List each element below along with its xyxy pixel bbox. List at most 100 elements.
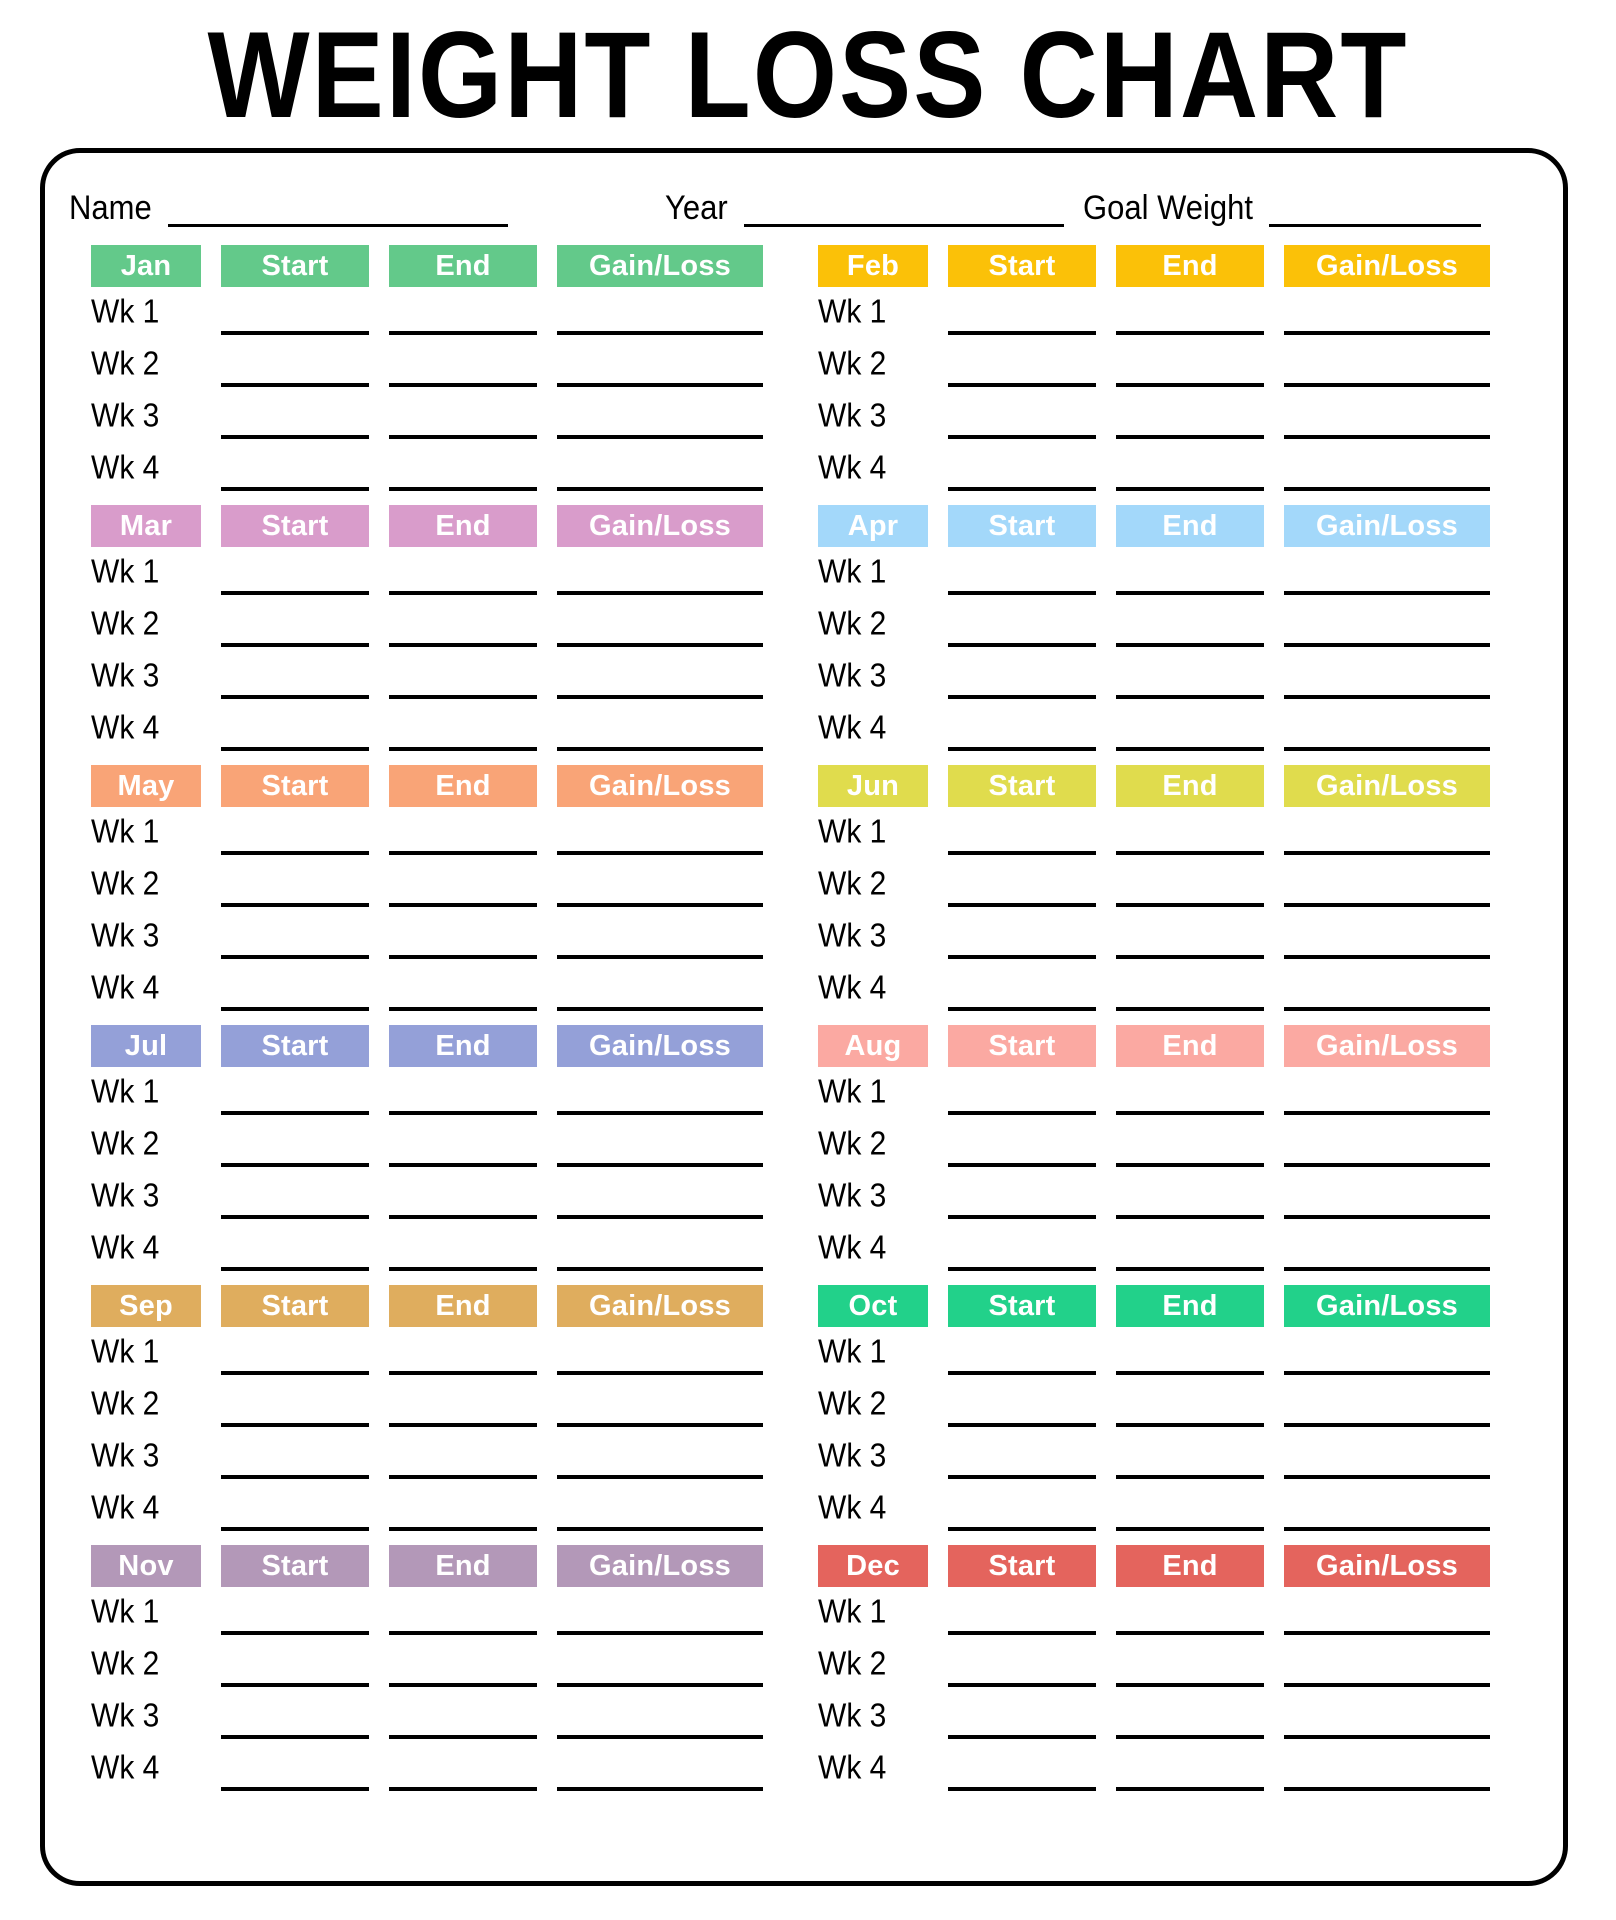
start-input-line[interactable] (221, 1787, 369, 1791)
end-input-line[interactable] (389, 1111, 537, 1115)
start-input-line[interactable] (221, 1111, 369, 1115)
start-input-line[interactable] (221, 851, 369, 855)
end-input-line[interactable] (1116, 1527, 1264, 1531)
gain-loss-input-line[interactable] (557, 1423, 763, 1427)
gain-loss-input-line[interactable] (1284, 643, 1490, 647)
end-input-line[interactable] (1116, 487, 1264, 491)
end-input-line[interactable] (1116, 1371, 1264, 1375)
gain-loss-input-line[interactable] (557, 1475, 763, 1479)
start-input-line[interactable] (948, 1735, 1096, 1739)
gain-loss-input-line[interactable] (1284, 591, 1490, 595)
end-input-line[interactable] (1116, 1683, 1264, 1687)
end-input-line[interactable] (389, 1215, 537, 1219)
gain-loss-input-line[interactable] (557, 1735, 763, 1739)
gain-loss-input-line[interactable] (1284, 1111, 1490, 1115)
start-input-line[interactable] (221, 435, 369, 439)
start-input-line[interactable] (221, 643, 369, 647)
start-input-line[interactable] (948, 1423, 1096, 1427)
gain-loss-input-line[interactable] (1284, 1735, 1490, 1739)
end-input-line[interactable] (389, 487, 537, 491)
start-input-line[interactable] (948, 1267, 1096, 1271)
start-input-line[interactable] (221, 331, 369, 335)
end-input-line[interactable] (389, 695, 537, 699)
start-input-line[interactable] (948, 331, 1096, 335)
start-input-line[interactable] (221, 695, 369, 699)
end-input-line[interactable] (389, 1423, 537, 1427)
end-input-line[interactable] (389, 591, 537, 595)
start-input-line[interactable] (948, 955, 1096, 959)
start-input-line[interactable] (948, 435, 1096, 439)
gain-loss-input-line[interactable] (1284, 331, 1490, 335)
start-input-line[interactable] (948, 695, 1096, 699)
end-input-line[interactable] (389, 1683, 537, 1687)
start-input-line[interactable] (948, 1475, 1096, 1479)
gain-loss-input-line[interactable] (1284, 1215, 1490, 1219)
gain-loss-input-line[interactable] (557, 383, 763, 387)
end-input-line[interactable] (1116, 1423, 1264, 1427)
start-input-line[interactable] (948, 643, 1096, 647)
end-input-line[interactable] (1116, 851, 1264, 855)
gain-loss-input-line[interactable] (557, 903, 763, 907)
start-input-line[interactable] (948, 1007, 1096, 1011)
gain-loss-input-line[interactable] (557, 591, 763, 595)
gain-loss-input-line[interactable] (557, 1787, 763, 1791)
gain-loss-input-line[interactable] (557, 1267, 763, 1271)
start-input-line[interactable] (221, 955, 369, 959)
end-input-line[interactable] (389, 955, 537, 959)
start-input-line[interactable] (221, 591, 369, 595)
gain-loss-input-line[interactable] (557, 487, 763, 491)
gain-loss-input-line[interactable] (1284, 1683, 1490, 1687)
year-input-line[interactable] (743, 223, 1064, 227)
gain-loss-input-line[interactable] (1284, 1267, 1490, 1271)
end-input-line[interactable] (389, 1787, 537, 1791)
start-input-line[interactable] (221, 383, 369, 387)
end-input-line[interactable] (389, 383, 537, 387)
gain-loss-input-line[interactable] (1284, 955, 1490, 959)
end-input-line[interactable] (389, 747, 537, 751)
gain-loss-input-line[interactable] (557, 331, 763, 335)
gain-loss-input-line[interactable] (1284, 487, 1490, 491)
start-input-line[interactable] (948, 1111, 1096, 1115)
start-input-line[interactable] (948, 1631, 1096, 1635)
end-input-line[interactable] (389, 1267, 537, 1271)
end-input-line[interactable] (389, 851, 537, 855)
start-input-line[interactable] (221, 1631, 369, 1635)
end-input-line[interactable] (389, 1527, 537, 1531)
start-input-line[interactable] (221, 1007, 369, 1011)
end-input-line[interactable] (1116, 1163, 1264, 1167)
end-input-line[interactable] (389, 1475, 537, 1479)
gain-loss-input-line[interactable] (1284, 1423, 1490, 1427)
gain-loss-input-line[interactable] (557, 695, 763, 699)
end-input-line[interactable] (389, 331, 537, 335)
end-input-line[interactable] (389, 1163, 537, 1167)
gain-loss-input-line[interactable] (1284, 695, 1490, 699)
start-input-line[interactable] (948, 1683, 1096, 1687)
end-input-line[interactable] (1116, 1007, 1264, 1011)
gain-loss-input-line[interactable] (557, 1163, 763, 1167)
goal-weight-input-line[interactable] (1269, 223, 1482, 227)
end-input-line[interactable] (389, 903, 537, 907)
start-input-line[interactable] (221, 1475, 369, 1479)
end-input-line[interactable] (1116, 1787, 1264, 1791)
start-input-line[interactable] (948, 383, 1096, 387)
start-input-line[interactable] (221, 1215, 369, 1219)
start-input-line[interactable] (948, 1787, 1096, 1791)
end-input-line[interactable] (1116, 1215, 1264, 1219)
gain-loss-input-line[interactable] (1284, 851, 1490, 855)
gain-loss-input-line[interactable] (1284, 1475, 1490, 1479)
start-input-line[interactable] (221, 1267, 369, 1271)
start-input-line[interactable] (948, 1527, 1096, 1531)
start-input-line[interactable] (948, 747, 1096, 751)
start-input-line[interactable] (221, 903, 369, 907)
gain-loss-input-line[interactable] (557, 747, 763, 751)
start-input-line[interactable] (221, 747, 369, 751)
gain-loss-input-line[interactable] (1284, 435, 1490, 439)
start-input-line[interactable] (221, 1371, 369, 1375)
start-input-line[interactable] (948, 851, 1096, 855)
gain-loss-input-line[interactable] (557, 1683, 763, 1687)
gain-loss-input-line[interactable] (557, 955, 763, 959)
end-input-line[interactable] (1116, 695, 1264, 699)
start-input-line[interactable] (221, 1163, 369, 1167)
gain-loss-input-line[interactable] (1284, 1527, 1490, 1531)
start-input-line[interactable] (221, 1683, 369, 1687)
